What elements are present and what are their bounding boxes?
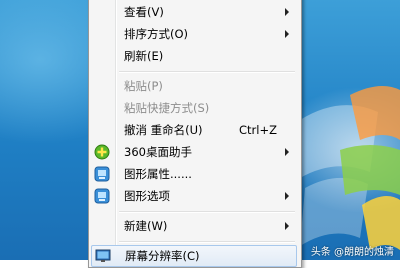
menu-item-shortcut: Ctrl+Z bbox=[239, 123, 277, 137]
menu-item-refresh[interactable]: 刷新(E) bbox=[91, 45, 297, 67]
submenu-arrow-icon bbox=[285, 148, 289, 156]
submenu-arrow-icon bbox=[285, 192, 289, 200]
360-assistant-icon bbox=[94, 144, 110, 160]
menu-item-label: 粘贴快捷方式(S) bbox=[124, 101, 210, 115]
menu-item-view[interactable]: 查看(V) bbox=[91, 1, 297, 23]
menu-item-label: 图形属性...... bbox=[124, 167, 192, 181]
menu-separator bbox=[119, 71, 295, 73]
menu-item-sort-by[interactable]: 排序方式(O) bbox=[91, 23, 297, 45]
submenu-arrow-icon bbox=[285, 30, 289, 38]
graphics-options-icon bbox=[94, 188, 110, 204]
menu-separator bbox=[119, 241, 295, 243]
menu-item-graphics-options[interactable]: 图形选项 bbox=[91, 185, 297, 207]
menu-item-360-assistant[interactable]: 360桌面助手 bbox=[91, 141, 297, 163]
menu-item-undo-rename[interactable]: 撤消 重命名(U) Ctrl+Z bbox=[91, 119, 297, 141]
menu-item-new[interactable]: 新建(W) bbox=[91, 215, 297, 237]
menu-item-paste: 粘贴(P) bbox=[91, 75, 297, 97]
graphics-properties-icon bbox=[94, 166, 110, 182]
submenu-arrow-icon bbox=[285, 222, 289, 230]
menu-item-label: 图形选项 bbox=[124, 189, 170, 203]
menu-item-label: 排序方式(O) bbox=[124, 27, 189, 41]
menu-item-label: 新建(W) bbox=[124, 219, 168, 233]
menu-item-screen-resolution[interactable]: 屏幕分辨率(C) bbox=[91, 245, 297, 267]
context-menu: 查看(V) 排序方式(O) 刷新(E) 粘贴(P) 粘贴快捷方式(S) 撤消 重… bbox=[88, 0, 302, 268]
submenu-arrow-icon bbox=[285, 8, 289, 16]
screen-resolution-icon bbox=[95, 249, 111, 262]
menu-item-graphics-properties[interactable]: 图形属性...... bbox=[91, 163, 297, 185]
menu-item-label: 撤消 重命名(U) bbox=[124, 123, 203, 137]
menu-item-label: 粘贴(P) bbox=[124, 79, 163, 93]
menu-item-label: 刷新(E) bbox=[124, 49, 164, 63]
menu-separator bbox=[119, 211, 295, 213]
menu-item-paste-shortcut: 粘贴快捷方式(S) bbox=[91, 97, 297, 119]
menu-item-label: 360桌面助手 bbox=[124, 145, 192, 159]
watermark-text: 头条 @朗朗的烛清 bbox=[310, 247, 394, 258]
menu-item-label: 查看(V) bbox=[124, 5, 164, 19]
menu-item-label: 屏幕分辨率(C) bbox=[125, 249, 200, 263]
